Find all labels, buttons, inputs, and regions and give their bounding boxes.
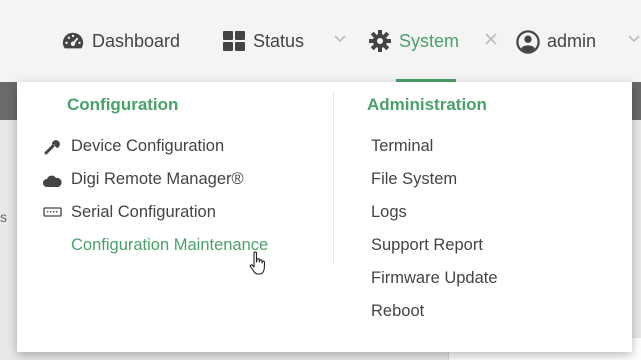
menu-item-label: Terminal bbox=[371, 137, 434, 155]
menu-item-firmware-update[interactable]: Firmware Update bbox=[371, 269, 498, 288]
gear-icon bbox=[368, 29, 392, 53]
nav-dashboard[interactable]: Dashboard bbox=[61, 26, 180, 56]
serial-port-icon bbox=[43, 207, 62, 217]
menu-item-label: Device Configuration bbox=[71, 137, 225, 155]
hand-pointer-cursor-icon bbox=[249, 251, 266, 275]
background-text-fragment: s bbox=[0, 209, 7, 225]
system-dropdown-menu: Configuration Device Configuration Digi … bbox=[17, 82, 632, 352]
grid-icon bbox=[222, 29, 246, 53]
nav-status[interactable]: Status bbox=[222, 26, 304, 56]
menu-item-terminal[interactable]: Terminal bbox=[371, 137, 433, 156]
menu-item-label: Firmware Update bbox=[371, 269, 498, 287]
nav-system-label: System bbox=[399, 30, 460, 51]
menu-item-label: Reboot bbox=[371, 302, 425, 320]
nav-status-label: Status bbox=[253, 30, 305, 51]
nav-user-label: admin bbox=[547, 30, 597, 51]
background-header-strip bbox=[0, 82, 17, 120]
menu-item-label: Support Report bbox=[371, 236, 483, 254]
nav-user[interactable]: admin bbox=[516, 26, 596, 56]
user-avatar-icon bbox=[516, 29, 540, 54]
menu-item-support-report[interactable]: Support Report bbox=[371, 236, 483, 255]
menu-item-logs[interactable]: Logs bbox=[371, 203, 407, 222]
menu-item-reboot[interactable]: Reboot bbox=[371, 302, 424, 321]
dashboard-gauge-icon bbox=[61, 29, 85, 53]
menu-item-device-configuration[interactable]: Device Configuration bbox=[71, 137, 224, 156]
menu-item-configuration-maintenance[interactable]: Configuration Maintenance bbox=[71, 236, 268, 255]
menu-item-label: Configuration Maintenance bbox=[71, 236, 269, 254]
menu-item-label: Digi Remote Manager® bbox=[71, 170, 244, 188]
menu-item-label: File System bbox=[371, 170, 458, 188]
menu-item-label: Logs bbox=[371, 203, 407, 221]
administration-heading: Administration bbox=[367, 95, 487, 114]
column-divider bbox=[333, 92, 334, 264]
close-icon[interactable] bbox=[484, 32, 498, 46]
menu-item-serial-configuration[interactable]: Serial Configuration bbox=[71, 203, 216, 222]
wrench-icon bbox=[44, 140, 60, 155]
chevron-down-icon[interactable] bbox=[333, 32, 347, 46]
top-navigation-bar: Dashboard Status System admin bbox=[0, 0, 641, 82]
chevron-down-icon[interactable] bbox=[627, 32, 641, 46]
menu-item-file-system[interactable]: File System bbox=[371, 170, 457, 189]
menu-item-digi-remote-manager[interactable]: Digi Remote Manager® bbox=[71, 170, 244, 189]
menu-item-label: Serial Configuration bbox=[71, 203, 216, 221]
configuration-heading: Configuration bbox=[67, 95, 179, 114]
nav-system[interactable]: System bbox=[368, 26, 459, 56]
nav-dashboard-label: Dashboard bbox=[92, 30, 181, 51]
cloud-icon bbox=[43, 175, 62, 187]
